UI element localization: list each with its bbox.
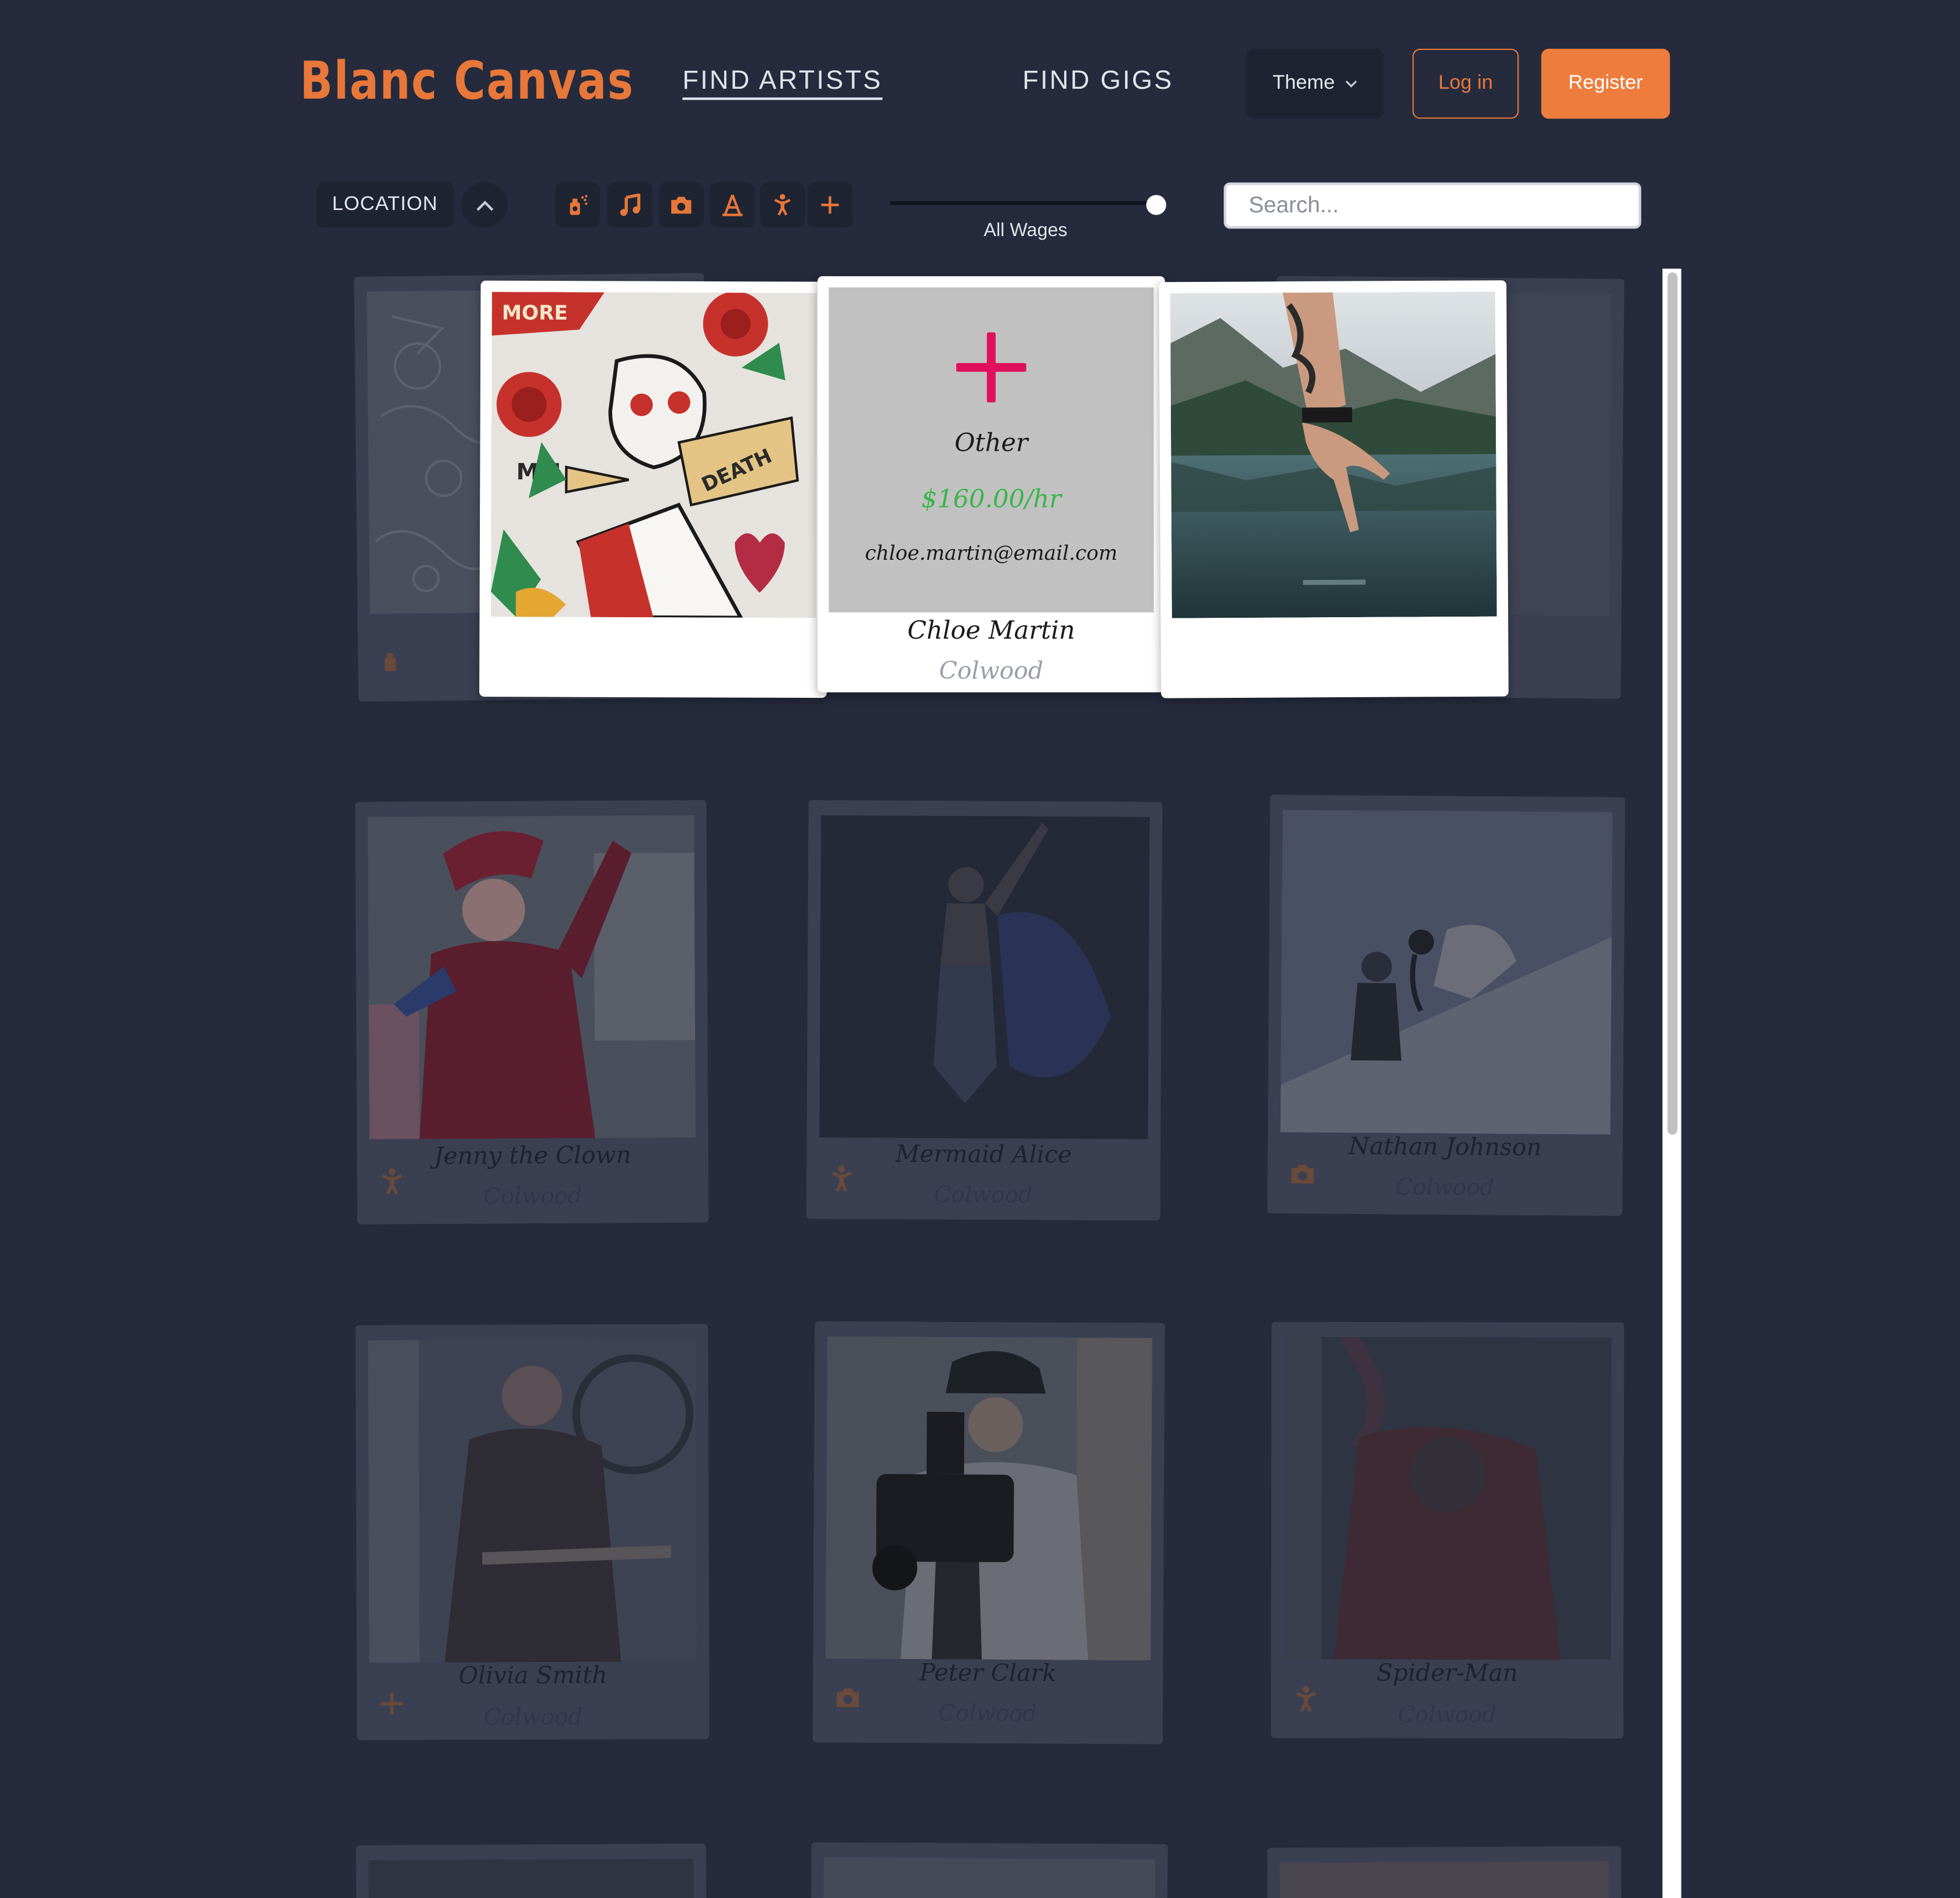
artist-info-panel: Other $160.00/hr chloe.martin@email.com (829, 287, 1154, 613)
artist-photo (1280, 810, 1613, 1135)
filter-photography[interactable] (659, 182, 704, 228)
nav-find-gigs[interactable]: FIND GIGS (1022, 66, 1173, 96)
plus-icon (381, 1693, 403, 1715)
artist-location: Colwood (1397, 1702, 1497, 1729)
artist-photo (368, 1339, 697, 1663)
artist-name: Olivia Smith (458, 1661, 607, 1690)
artist-card-nathan-johnson[interactable]: Nathan Johnson Colwood (1267, 795, 1625, 1216)
artist-card-mermaid-alice[interactable]: Mermaid Alice Colwood (806, 800, 1163, 1221)
artist-photo (825, 1336, 1152, 1661)
artist-photo: MORE M?! DEATH (490, 292, 817, 618)
artist-card-spider-man[interactable]: Spider-Man Colwood (1271, 1321, 1625, 1739)
artist-photo (1170, 291, 1497, 618)
wage-slider-track[interactable] (889, 201, 1158, 205)
artist-card-row4-left[interactable] (356, 1843, 707, 1898)
artist-photo (1279, 1861, 1609, 1898)
artist-card-peter-clark[interactable]: Peter Clark Colwood (812, 1321, 1165, 1744)
svg-text:MORE: MORE (502, 302, 568, 325)
artist-photo (368, 1859, 694, 1898)
artist-name: Spider-Man (1376, 1659, 1518, 1687)
featured-card-tattoo[interactable]: MORE M?! DEATH (479, 280, 829, 698)
dancer-icon (774, 194, 791, 216)
artist-card-row4-right[interactable] (1267, 1846, 1622, 1898)
artist-name: Mermaid Alice (895, 1140, 1072, 1169)
nav-find-artists[interactable]: FIND ARTISTS (682, 66, 883, 100)
music-note-icon (620, 193, 641, 216)
spray-paint-icon (570, 195, 588, 215)
featured-card-chloe-martin[interactable]: Other $160.00/hr chloe.martin@email.com … (817, 276, 1165, 693)
artist-photo (823, 1857, 1155, 1898)
artist-card-jenny-the-clown[interactable]: Jenny the Clown Colwood (355, 800, 709, 1225)
camera-icon (837, 1688, 859, 1708)
filter-spray-paint[interactable] (555, 182, 601, 228)
chevron-up-icon (476, 200, 493, 211)
artist-name: Chloe Martin (907, 614, 1075, 645)
artist-photo (819, 815, 1150, 1140)
wage-label: All Wages (983, 220, 1068, 241)
featured-card-lake[interactable] (1159, 280, 1509, 698)
artist-name: Peter Clark (919, 1659, 1057, 1687)
logo[interactable]: Blanc Canvas (300, 50, 634, 111)
artist-location: Colwood (483, 1704, 583, 1732)
artist-location: Colwood (938, 1700, 1037, 1727)
camera-icon (671, 197, 692, 214)
camera-icon (1291, 1164, 1314, 1184)
plus-icon (821, 196, 839, 214)
artist-location: Colwood (483, 1183, 583, 1210)
artist-location: Colwood (934, 1182, 1033, 1209)
artist-email[interactable]: chloe.martin@email.com (829, 541, 1153, 565)
theme-dropdown[interactable]: Theme (1246, 49, 1384, 119)
artist-wage: $160.00/hr (921, 483, 1061, 514)
plus-icon (956, 332, 1026, 403)
filter-other[interactable] (807, 182, 853, 228)
artist-card-row4-middle[interactable] (811, 1842, 1168, 1898)
artist-name: Nathan Johnson (1348, 1132, 1542, 1162)
artist-card-olivia-smith[interactable]: Olivia Smith Colwood (355, 1324, 710, 1740)
location-filter-button[interactable]: LOCATION (316, 182, 454, 228)
wage-slider-handle[interactable] (1146, 195, 1166, 215)
artist-photo (1283, 1336, 1612, 1660)
location-toggle-button[interactable] (461, 182, 508, 228)
artist-photo (367, 815, 696, 1140)
artist-name: Jenny the Clown (433, 1142, 632, 1171)
artist-category: Other (954, 427, 1028, 458)
login-button[interactable]: Log in (1412, 49, 1519, 119)
dancer-icon (831, 1165, 852, 1192)
filter-painting[interactable] (710, 182, 755, 228)
filter-music[interactable] (607, 182, 653, 228)
chevron-down-icon (1345, 79, 1357, 87)
dancer-icon (382, 1168, 402, 1195)
filter-performance[interactable] (760, 182, 805, 228)
search-input[interactable] (1224, 182, 1641, 229)
artist-location: Colwood (1395, 1174, 1495, 1201)
register-button[interactable]: Register (1541, 49, 1670, 119)
theme-label: Theme (1272, 72, 1335, 94)
artist-location: Colwood (939, 657, 1044, 685)
scrollbar-thumb[interactable] (1667, 272, 1678, 1135)
easel-icon (722, 194, 743, 216)
dancer-icon (1296, 1686, 1316, 1712)
spray-paint-icon (385, 653, 396, 672)
